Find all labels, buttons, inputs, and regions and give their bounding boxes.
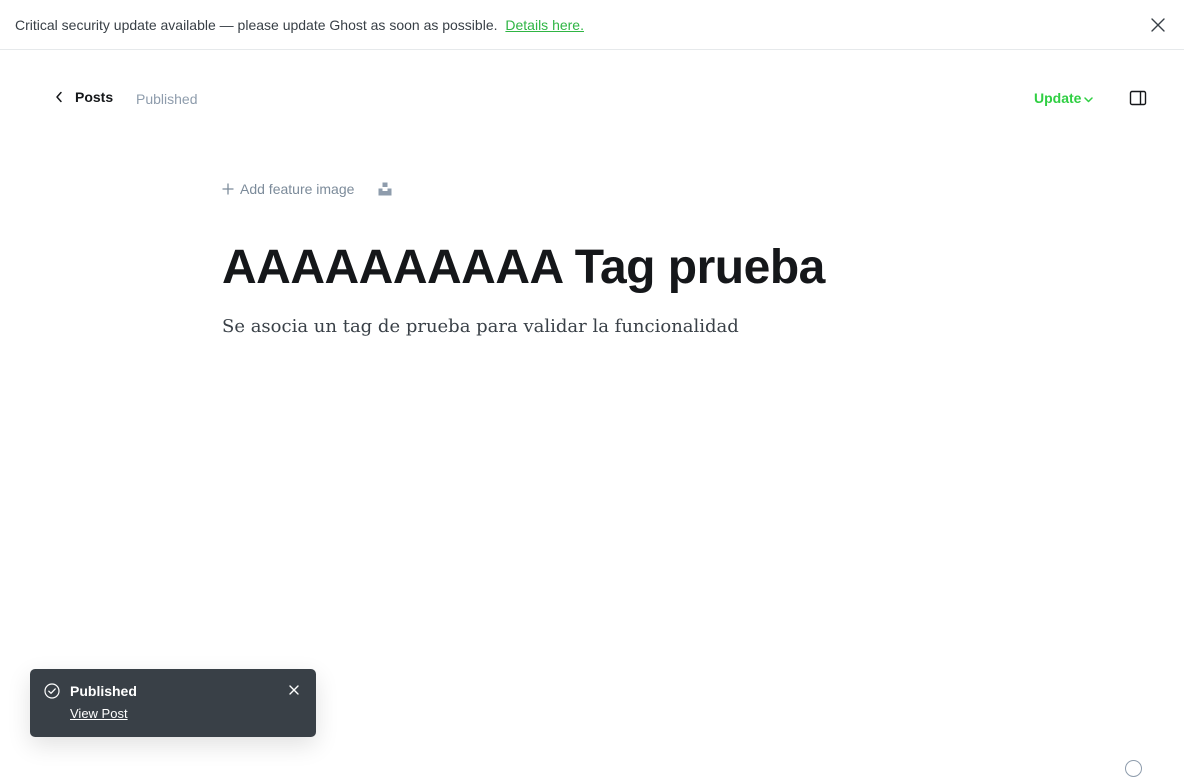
close-icon xyxy=(1151,18,1165,32)
security-alert-banner: Critical security update available — ple… xyxy=(0,0,1184,50)
chevron-down-icon xyxy=(1084,96,1094,103)
chevron-left-icon xyxy=(55,91,67,103)
back-to-posts-link[interactable]: Posts xyxy=(55,89,113,105)
settings-sidebar-toggle[interactable] xyxy=(1129,89,1147,107)
add-feature-image-button[interactable]: Add feature image xyxy=(222,181,354,197)
alert-close-button[interactable] xyxy=(1148,15,1168,35)
post-title[interactable]: AAAAAAAAAA Tag prueba xyxy=(222,237,825,299)
alert-message: Critical security update available — ple… xyxy=(15,17,584,33)
check-circle-icon xyxy=(44,683,60,699)
unsplash-button[interactable] xyxy=(378,182,393,197)
toast-close-button[interactable] xyxy=(288,684,300,696)
unsplash-icon xyxy=(378,182,392,196)
toast-title: Published xyxy=(70,683,137,699)
add-feature-image-label: Add feature image xyxy=(240,181,355,197)
feature-image-row: Add feature image xyxy=(222,181,393,197)
alert-message-text: Critical security update available — ple… xyxy=(15,16,498,33)
update-label: Update xyxy=(1034,90,1082,106)
editor-header: Posts Published Update xyxy=(0,50,1184,148)
view-post-link[interactable]: View Post xyxy=(70,706,128,721)
sidebar-toggle-icon xyxy=(1129,90,1147,106)
help-button[interactable] xyxy=(1125,760,1142,777)
update-button[interactable]: Update xyxy=(1034,90,1094,106)
close-icon xyxy=(289,685,299,695)
alert-details-link[interactable]: Details here. xyxy=(505,17,584,33)
published-toast: Published View Post xyxy=(30,669,316,737)
post-status: Published xyxy=(136,91,198,107)
plus-icon xyxy=(222,183,234,195)
post-excerpt[interactable]: Se asocia un tag de prueba para validar … xyxy=(222,316,739,337)
back-label: Posts xyxy=(75,89,114,105)
